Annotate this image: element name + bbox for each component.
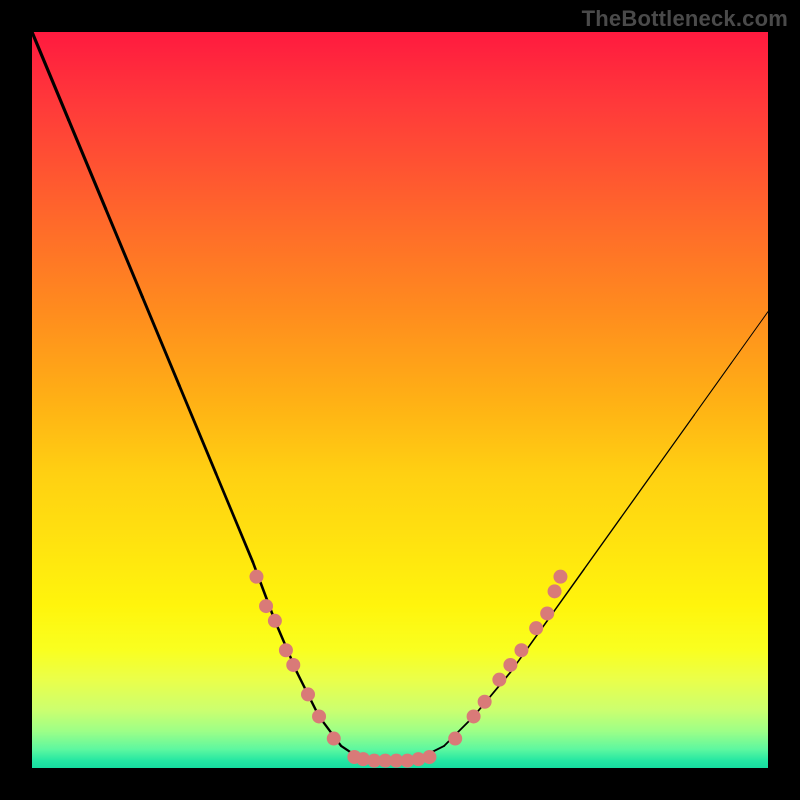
data-marker [422, 750, 436, 764]
data-marker [279, 643, 293, 657]
data-marker [312, 709, 326, 723]
curve-segment [142, 297, 179, 385]
data-marker [553, 570, 567, 584]
data-marker [503, 658, 517, 672]
curve-segment [69, 120, 106, 208]
curve-segment [216, 474, 253, 562]
data-marker [478, 695, 492, 709]
curve-segment [694, 363, 731, 415]
data-marker [467, 709, 481, 723]
data-marker [286, 658, 300, 672]
curve-segment [658, 415, 695, 467]
data-marker [301, 687, 315, 701]
data-marker [249, 570, 263, 584]
curve-segment [32, 32, 69, 120]
chart-svg [32, 32, 768, 768]
chart-frame: TheBottleneck.com [0, 0, 800, 800]
data-marker [514, 643, 528, 657]
data-marker [492, 673, 506, 687]
data-marker [529, 621, 543, 635]
data-marker [548, 584, 562, 598]
chart-plot-area [32, 32, 768, 768]
data-marker [540, 606, 554, 620]
curve-segment [731, 312, 768, 364]
curve-segment [179, 385, 216, 473]
data-marker [327, 732, 341, 746]
data-marker [268, 614, 282, 628]
data-marker [259, 599, 273, 613]
watermark-text: TheBottleneck.com [582, 6, 788, 32]
curve-segment [584, 518, 621, 570]
curve-segment [106, 209, 143, 297]
data-marker [448, 732, 462, 746]
curve-segment [621, 466, 658, 518]
